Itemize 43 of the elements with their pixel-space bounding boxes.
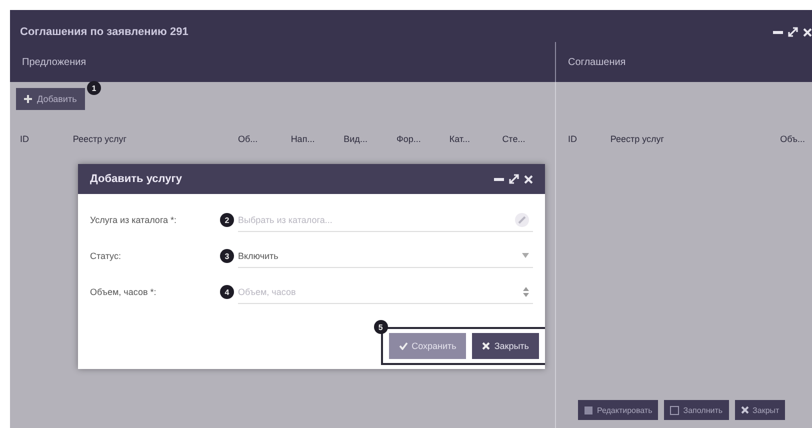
close-icon (482, 342, 490, 350)
column-header[interactable]: ID (20, 134, 73, 144)
add-button[interactable]: Добавить (16, 88, 85, 110)
close-button[interactable]: Закрыть (472, 333, 539, 359)
column-header[interactable]: Реестр услуг (610, 134, 780, 144)
callout-badge: 4 (220, 285, 234, 299)
window-title: Соглашения по заявлению 291 (20, 26, 188, 38)
maximize-icon[interactable] (788, 27, 798, 37)
column-header[interactable]: Вид... (344, 134, 396, 144)
plus-icon (24, 95, 32, 103)
callout-badge: 3 (220, 249, 234, 263)
minimize-icon[interactable] (773, 30, 783, 34)
field-label: Услуга из каталога *: (90, 215, 178, 225)
callout-badge: 5 (374, 320, 388, 334)
column-header[interactable]: Сте... (502, 134, 556, 144)
minimize-icon[interactable] (494, 177, 504, 181)
input-field[interactable]: Объем, часов (238, 286, 523, 296)
column-header[interactable]: Кат... (449, 134, 502, 144)
callout-badge: 2 (220, 213, 234, 227)
checkmark-icon (398, 342, 408, 350)
callout-badge: 1 (87, 81, 101, 95)
close-icon[interactable] (524, 174, 533, 184)
close-button[interactable]: Закрыт (734, 400, 786, 420)
column-header[interactable]: Фор... (396, 134, 450, 144)
form-icon (670, 406, 680, 414)
edit-button[interactable]: Редактировать (578, 400, 658, 420)
column-header[interactable]: Нап... (290, 134, 344, 144)
field-label: Объем, часов *: (90, 287, 158, 297)
panel-title: Соглашения (567, 56, 626, 68)
input-field[interactable]: Выбрать из каталога... (238, 214, 515, 224)
column-header[interactable]: Реестр услуг (72, 134, 238, 144)
spinner-icon[interactable] (523, 286, 529, 298)
column-header[interactable]: Объ... (780, 134, 812, 144)
maximize-icon[interactable] (509, 174, 519, 184)
column-header[interactable]: ID (568, 134, 610, 144)
status-dropdown[interactable]: Включить (238, 244, 533, 268)
dialog-title: Добавить услугу (90, 173, 182, 185)
field-label: Статус: (90, 251, 122, 261)
panel-title: Предложения (21, 56, 86, 68)
close-icon (740, 406, 749, 414)
close-icon[interactable] (803, 28, 812, 36)
column-header[interactable]: Об... (238, 134, 291, 144)
fill-button[interactable]: Заполнить (664, 400, 729, 420)
